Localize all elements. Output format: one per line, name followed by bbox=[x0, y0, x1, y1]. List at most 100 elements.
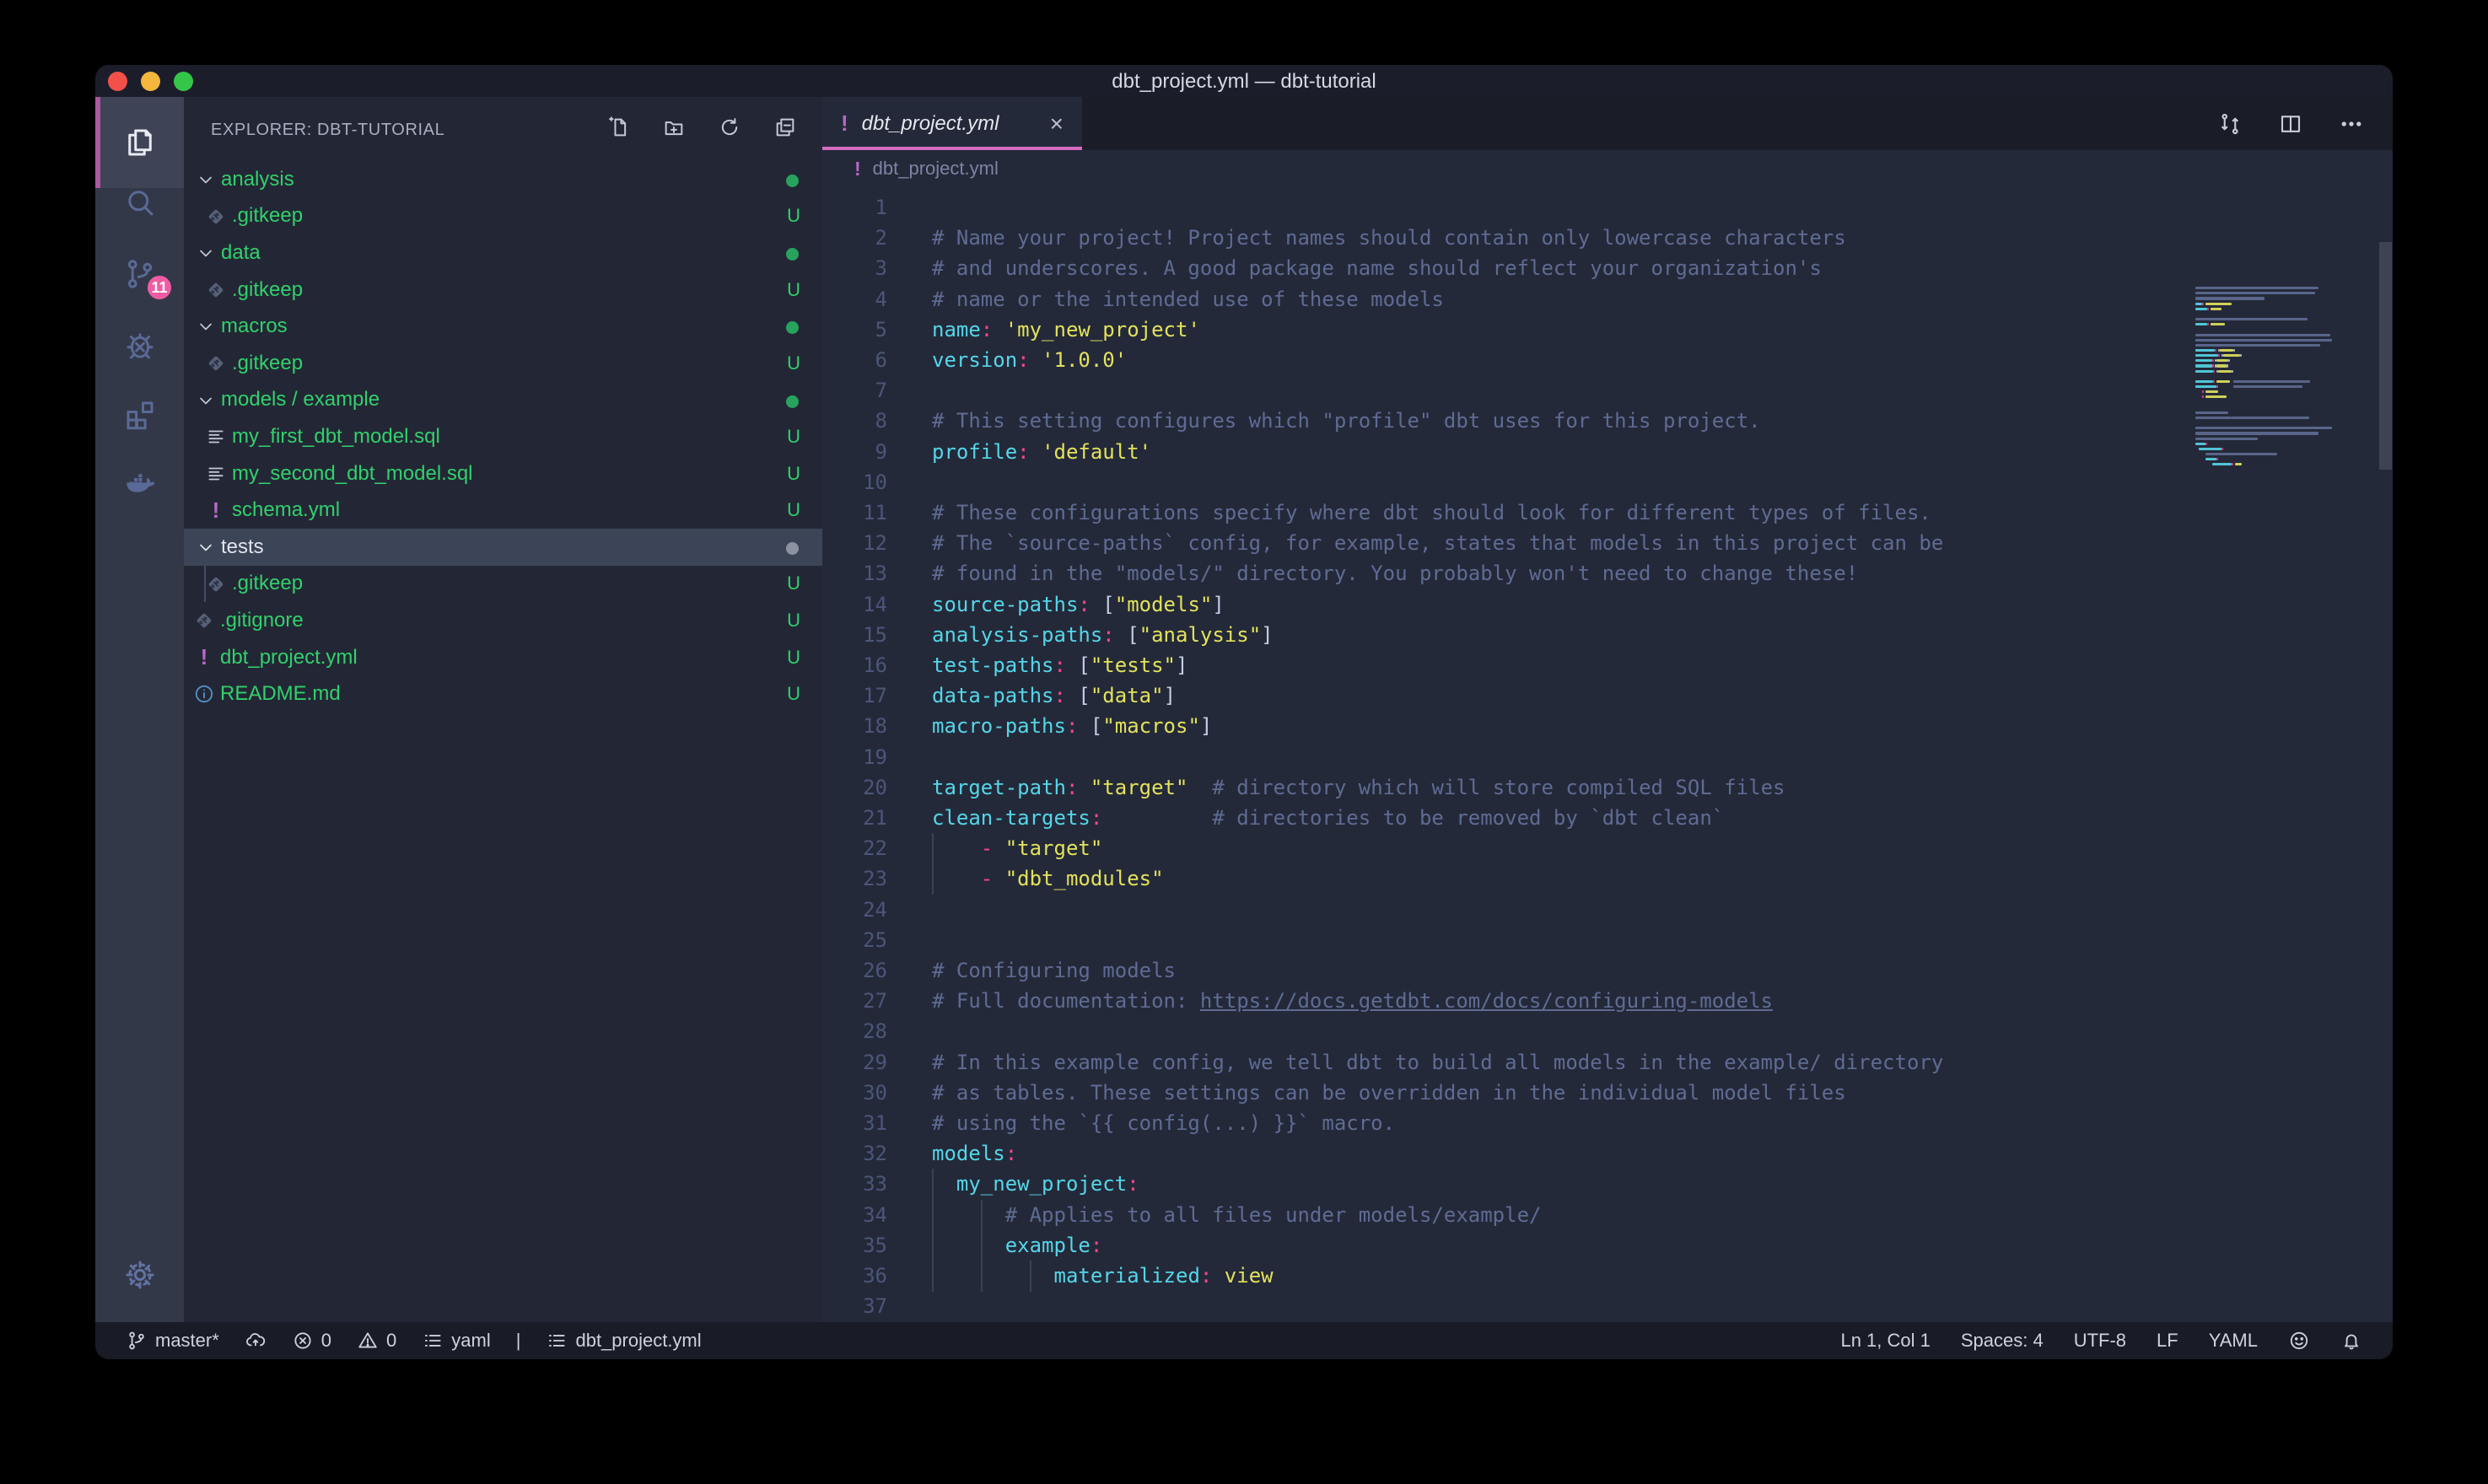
activity-item-settings[interactable] bbox=[95, 1239, 184, 1311]
code-line-31[interactable]: 31# using the `{{ config(...) }}` macro. bbox=[822, 1108, 2190, 1139]
tree-file-schema-yml[interactable]: !schema.ymlU bbox=[184, 492, 822, 529]
status-item-yaml[interactable]: YAML bbox=[2209, 1330, 2258, 1352]
code-line-37[interactable]: 37 bbox=[822, 1291, 2190, 1322]
code-line-8[interactable]: 8# This setting configures which "profil… bbox=[822, 406, 2190, 437]
line-number: 29 bbox=[822, 1047, 887, 1078]
code-line-34[interactable]: 34 # Applies to all files under models/e… bbox=[822, 1200, 2190, 1231]
activity-item-extensions[interactable] bbox=[95, 379, 184, 451]
code-line-21[interactable]: 21clean-targets: # directories to be rem… bbox=[822, 803, 2190, 834]
refresh-button[interactable] bbox=[718, 116, 741, 139]
code-line-30[interactable]: 30# as tables. These settings can be ove… bbox=[822, 1078, 2190, 1109]
code-line-36[interactable]: 36 materialized: view bbox=[822, 1261, 2190, 1292]
error-icon bbox=[292, 1330, 314, 1352]
code-line-2[interactable]: 2# Name your project! Project names shou… bbox=[822, 223, 2190, 254]
line-number: 23 bbox=[822, 863, 887, 894]
code-line-28[interactable]: 28 bbox=[822, 1016, 2190, 1047]
minimap-line bbox=[2195, 438, 2258, 440]
code-line-3[interactable]: 3# and underscores. A good package name … bbox=[822, 253, 2190, 284]
minimap-line bbox=[2195, 427, 2332, 429]
code-line-19[interactable]: 19 bbox=[822, 742, 2190, 773]
more-actions-button[interactable] bbox=[2339, 111, 2364, 137]
tree-file--gitkeep[interactable]: .gitkeepU bbox=[184, 345, 822, 382]
code-line-15[interactable]: 15analysis-paths: ["analysis"] bbox=[822, 620, 2190, 651]
tree-file--gitkeep[interactable]: .gitkeepU bbox=[184, 566, 822, 603]
line-number: 33 bbox=[822, 1169, 887, 1199]
code-line-23[interactable]: 23 - "dbt_modules" bbox=[822, 863, 2190, 895]
status-item[interactable] bbox=[245, 1330, 267, 1352]
tree-item-label: macros bbox=[221, 315, 288, 338]
code-line-24[interactable]: 24 bbox=[822, 895, 2190, 926]
status-item--[interactable]: | bbox=[516, 1330, 521, 1352]
code-line-1[interactable]: 1 bbox=[822, 192, 2190, 223]
status-item[interactable] bbox=[2288, 1330, 2310, 1352]
code-line-6[interactable]: 6version: '1.0.0' bbox=[822, 345, 2190, 376]
code-line-5[interactable]: 5name: 'my_new_project' bbox=[822, 315, 2190, 346]
tree-file-README-md[interactable]: README.mdU bbox=[184, 675, 822, 712]
code-link[interactable]: https://docs.getdbt.com/docs/configuring… bbox=[1200, 989, 1773, 1013]
code-line-13[interactable]: 13# found in the "models/" directory. Yo… bbox=[822, 558, 2190, 589]
code-line-25[interactable]: 25 bbox=[822, 925, 2190, 956]
activity-item-docker[interactable] bbox=[95, 449, 184, 521]
status-item-spaces-4[interactable]: Spaces: 4 bbox=[1961, 1330, 2044, 1352]
docker-icon bbox=[122, 467, 158, 503]
code-line-11[interactable]: 11# These configurations specify where d… bbox=[822, 497, 2190, 529]
status-item-0[interactable]: 0 bbox=[292, 1330, 331, 1352]
code-line-32[interactable]: 32models: bbox=[822, 1138, 2190, 1169]
tree-file--gitignore[interactable]: .gitignoreU bbox=[184, 602, 822, 639]
status-item-master-[interactable]: master* bbox=[126, 1330, 219, 1352]
tree-folder-data[interactable]: data bbox=[184, 234, 822, 272]
status-item-yaml[interactable]: yaml bbox=[422, 1330, 490, 1352]
new-file-button[interactable] bbox=[606, 116, 630, 139]
tree-folder-models-example[interactable]: models / example bbox=[184, 382, 822, 419]
minimap[interactable] bbox=[2189, 282, 2383, 788]
code-line-20[interactable]: 20target-path: "target" # directory whic… bbox=[822, 772, 2190, 804]
code-editor[interactable]: 12# Name your project! Project names sho… bbox=[822, 187, 2393, 1322]
tab-dbt-project-yml[interactable]: ! dbt_project.yml × bbox=[822, 97, 1082, 150]
split-editor-button[interactable] bbox=[2278, 111, 2303, 137]
title-bar[interactable]: dbt_project.yml — dbt-tutorial bbox=[95, 65, 2393, 97]
code-line-7[interactable]: 7 bbox=[822, 375, 2190, 406]
yaml-file-icon: ! bbox=[193, 647, 215, 669]
vertical-scrollbar[interactable] bbox=[2379, 242, 2392, 470]
tree-file--gitkeep[interactable]: .gitkeepU bbox=[184, 272, 822, 309]
tree-folder-tests[interactable]: tests bbox=[184, 529, 822, 566]
tree-folder-macros[interactable]: macros bbox=[184, 308, 822, 345]
tree-file-my-first-dbt-model-sql[interactable]: my_first_dbt_model.sqlU bbox=[184, 418, 822, 455]
code-line-4[interactable]: 4# name or the intended use of these mod… bbox=[822, 284, 2190, 315]
code-line-18[interactable]: 18macro-paths: ["macros"] bbox=[822, 711, 2190, 742]
new-folder-button[interactable] bbox=[662, 116, 686, 139]
code-line-26[interactable]: 26# Configuring models bbox=[822, 955, 2190, 987]
status-item-lf[interactable]: LF bbox=[2157, 1330, 2178, 1352]
open-changes-button[interactable] bbox=[2217, 111, 2243, 137]
code-line-27[interactable]: 27# Full documentation: https://docs.get… bbox=[822, 986, 2190, 1017]
status-item-utf-8[interactable]: UTF-8 bbox=[2074, 1330, 2126, 1352]
status-item[interactable] bbox=[2340, 1330, 2362, 1352]
code-line-16[interactable]: 16test-paths: ["tests"] bbox=[822, 650, 2190, 681]
code-line-22[interactable]: 22 - "target" bbox=[822, 833, 2190, 864]
code-line-35[interactable]: 35 example: bbox=[822, 1230, 2190, 1261]
code-line-14[interactable]: 14source-paths: ["models"] bbox=[822, 589, 2190, 621]
tree-file-my-second-dbt-model-sql[interactable]: my_second_dbt_model.sqlU bbox=[184, 455, 822, 492]
git-file-icon bbox=[205, 573, 227, 595]
code-line-17[interactable]: 17data-paths: ["data"] bbox=[822, 680, 2190, 712]
status-item-ln-1-col-1[interactable]: Ln 1, Col 1 bbox=[1840, 1330, 1930, 1352]
tree-file--gitkeep[interactable]: .gitkeepU bbox=[184, 198, 822, 235]
status-item-0[interactable]: 0 bbox=[357, 1330, 396, 1352]
activity-item-source-control[interactable]: 11 bbox=[95, 238, 184, 310]
git-status-badge: U bbox=[787, 499, 800, 521]
code-line-29[interactable]: 29# In this example config, we tell dbt … bbox=[822, 1047, 2190, 1078]
minimap-line bbox=[2218, 370, 2232, 373]
code-line-9[interactable]: 9profile: 'default' bbox=[822, 437, 2190, 468]
tree-folder-analysis[interactable]: analysis bbox=[184, 161, 822, 198]
collapse-all-button[interactable] bbox=[773, 116, 797, 139]
minimap-line bbox=[2195, 292, 2315, 294]
breadcrumb[interactable]: ! dbt_project.yml bbox=[822, 150, 2393, 187]
code-line-12[interactable]: 12# The `source-paths` config, for examp… bbox=[822, 528, 2190, 559]
status-item-dbt-project-yml[interactable]: dbt_project.yml bbox=[546, 1330, 701, 1352]
activity-item-search[interactable] bbox=[95, 166, 184, 239]
tree-file-dbt-project-yml[interactable]: !dbt_project.ymlU bbox=[184, 639, 822, 676]
close-tab-icon[interactable]: × bbox=[1050, 112, 1064, 136]
activity-item-debug[interactable] bbox=[95, 309, 184, 382]
code-line-33[interactable]: 33 my_new_project: bbox=[822, 1169, 2190, 1200]
code-line-10[interactable]: 10 bbox=[822, 467, 2190, 498]
